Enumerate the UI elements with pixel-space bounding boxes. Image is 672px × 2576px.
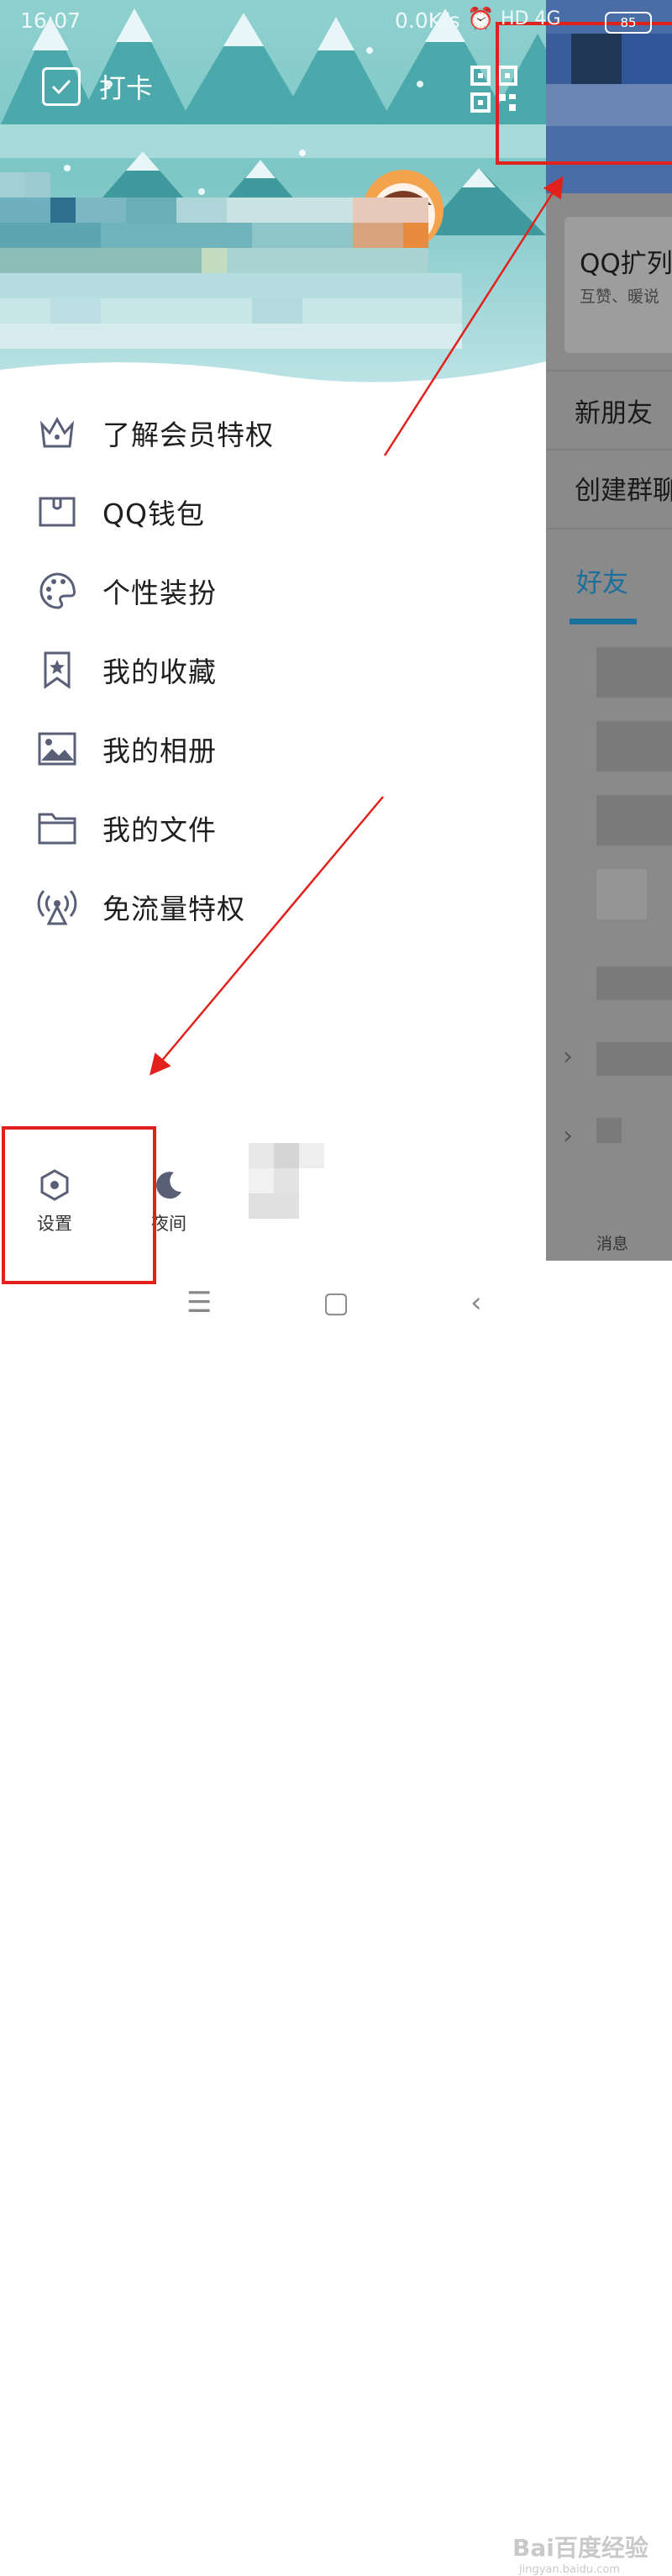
status-bar: 16:07 0.0K/s ⏰ HD 4G 85 <box>0 0 672 42</box>
menu-item-files[interactable]: 我的文件 <box>37 798 217 857</box>
pixelation-mosaic <box>249 1143 324 1219</box>
menu-icon[interactable]: ☰ <box>186 1286 212 1320</box>
crown-icon <box>37 413 77 453</box>
tab-messages[interactable]: 消息 <box>596 1231 628 1254</box>
side-drawer: 打卡 了解会员特权 QQ钱包 个性装扮 我的收藏 我的相册 我的文件 免流量特权… <box>0 0 546 1277</box>
photo-icon <box>37 729 77 769</box>
new-friends-item[interactable]: 新朋友 <box>575 392 653 429</box>
card-subtitle: 互赞、暖说 <box>580 287 660 306</box>
main-screen-dimmed[interactable]: QQ扩列 互赞、暖说 新朋友 创建群聊 好友 › › 消息 <box>546 0 672 1261</box>
calendar-check-icon <box>42 67 81 106</box>
create-group-item[interactable]: 创建群聊 <box>575 469 672 507</box>
friend-row-blurred[interactable] <box>596 795 672 845</box>
profile-info-blurred[interactable] <box>0 172 470 374</box>
tab-indicator <box>570 619 637 624</box>
annotation-box-settings <box>2 1126 156 1284</box>
divider <box>546 370 672 371</box>
checkin-label: 打卡 <box>99 72 154 104</box>
friend-row-blurred[interactable] <box>596 1042 672 1076</box>
status-time: 16:07 <box>20 8 81 33</box>
checkin-button[interactable]: 打卡 <box>42 67 153 106</box>
moon-icon <box>156 1172 181 1199</box>
menu-label: 我的文件 <box>102 814 217 846</box>
palette-icon <box>37 571 77 611</box>
card-title: QQ扩列 <box>580 249 672 279</box>
menu-item-qq-wallet[interactable]: QQ钱包 <box>37 482 205 541</box>
wallet-icon <box>37 492 77 532</box>
menu-label: 我的收藏 <box>102 656 217 688</box>
folder-icon <box>37 808 77 848</box>
alarm-icon: ⏰ <box>467 7 495 32</box>
bookmark-star-icon <box>37 650 77 690</box>
annotation-box-avatar <box>496 22 672 165</box>
menu-item-personalize[interactable]: 个性装扮 <box>37 561 217 620</box>
menu-label: QQ钱包 <box>102 498 205 530</box>
profile-header-background: 打卡 <box>0 0 546 395</box>
signal-label: HD 4G <box>501 8 561 29</box>
menu-label: 我的相册 <box>102 735 217 767</box>
menu-item-vip-privileges[interactable]: 了解会员特权 <box>37 403 274 462</box>
watermark-text: Bai百度经验 <box>512 2534 648 2562</box>
friend-row-blurred[interactable] <box>596 869 647 919</box>
status-network-speed: 0.0K/s <box>395 8 460 33</box>
home-icon[interactable]: ▢ <box>323 1286 349 1320</box>
menu-label: 了解会员特权 <box>102 419 274 451</box>
friend-row-blurred[interactable] <box>596 967 672 1000</box>
menu-item-free-data[interactable]: 免流量特权 <box>37 877 245 936</box>
menu-label: 免流量特权 <box>102 893 245 925</box>
back-icon[interactable]: ‹ <box>470 1286 482 1320</box>
qq-expand-card[interactable]: QQ扩列 互赞、暖说 <box>564 217 672 353</box>
friend-row-blurred[interactable] <box>596 647 672 698</box>
watermark-sub: jingyan.baidu.com <box>519 2563 620 2576</box>
chevron-right-icon[interactable]: › <box>563 1042 573 1072</box>
menu-label: 个性装扮 <box>102 577 217 609</box>
weather-widget-blurred[interactable] <box>249 1143 324 1222</box>
menu-item-album[interactable]: 我的相册 <box>37 719 217 778</box>
friend-row-blurred[interactable] <box>596 721 672 772</box>
divider <box>546 528 672 529</box>
friend-row-blurred[interactable] <box>596 1118 622 1143</box>
baidu-watermark: Bai百度经验 jingyan.baidu.com <box>512 2530 648 2576</box>
tab-friends[interactable]: 好友 <box>576 561 628 599</box>
broadcast-icon <box>37 887 77 927</box>
chevron-right-icon[interactable]: › <box>563 1121 573 1151</box>
pixelation-mosaic <box>0 172 462 349</box>
menu-item-favorites[interactable]: 我的收藏 <box>37 640 217 699</box>
battery-indicator: 85 <box>605 12 652 34</box>
divider <box>546 449 672 450</box>
